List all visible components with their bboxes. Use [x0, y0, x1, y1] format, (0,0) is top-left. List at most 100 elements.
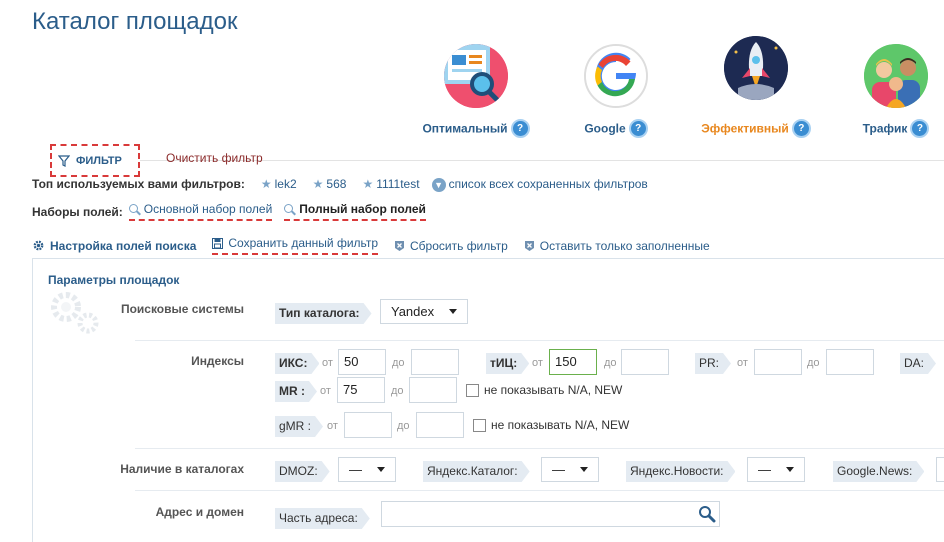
star-icon: ★	[362, 177, 374, 192]
mr-to-input[interactable]	[409, 377, 457, 403]
da-label: DA:	[900, 353, 936, 374]
to-label: до	[397, 420, 410, 432]
to-label: до	[391, 385, 404, 397]
field-set-basic[interactable]: Основной набор полей	[128, 202, 273, 221]
mr-hide-na-checkbox[interactable]: не показывать N/A, NEW	[466, 383, 622, 397]
pr-to-input[interactable]	[826, 349, 874, 375]
category-label: Эффективный	[701, 121, 789, 136]
category-label: Оптимальный	[422, 121, 508, 136]
category-optimal[interactable]: Оптимальный?	[416, 44, 536, 139]
funnel-icon	[58, 154, 70, 167]
field-sets-row: Наборы полей: Основной набор полей Полны…	[32, 202, 426, 221]
catalog-type-select[interactable]: Yandex	[380, 299, 468, 324]
from-label: от	[532, 357, 543, 369]
dmoz-select[interactable]: —	[338, 457, 396, 482]
chevron-down-icon	[377, 467, 385, 472]
address-label: Адрес и домен	[155, 505, 244, 519]
google-news-select[interactable]	[936, 457, 944, 482]
tic-label: тИЦ:	[486, 353, 529, 374]
divider	[135, 490, 944, 491]
pr-label: PR:	[695, 353, 731, 374]
checkbox-icon	[466, 383, 479, 397]
field-set-full[interactable]: Полный набор полей	[284, 202, 426, 221]
search-icon	[128, 203, 141, 216]
iks-label: ИКС:	[275, 353, 319, 374]
divider	[135, 448, 944, 449]
all-saved-filters-link[interactable]: ▼ список всех сохраненных фильтров	[431, 177, 648, 192]
field-sets-label: Наборы полей:	[32, 204, 123, 219]
save-icon	[212, 237, 224, 249]
people-icon	[864, 44, 928, 108]
to-label: до	[392, 357, 405, 369]
help-icon[interactable]: ?	[910, 119, 930, 138]
clear-filter-link[interactable]: Очистить фильтр	[166, 151, 263, 165]
category-traffic[interactable]: Трафик?	[836, 44, 944, 139]
reset-icon	[395, 240, 405, 251]
saved-filter-link[interactable]: ★ lek2	[261, 177, 297, 191]
to-label: до	[604, 357, 617, 369]
keep-filled-button[interactable]: Оставить только заполненные	[524, 239, 710, 253]
indexes-label: Индексы	[191, 354, 244, 368]
yandex-catalog-select[interactable]: —	[541, 457, 599, 482]
from-label: от	[737, 357, 748, 369]
gmr-to-input[interactable]	[416, 412, 464, 438]
star-icon: ★	[260, 177, 272, 192]
params-panel	[32, 258, 944, 542]
save-filter-button[interactable]: Сохранить данный фильтр	[212, 236, 379, 255]
pr-from-input[interactable]	[754, 349, 802, 375]
category-label: Google	[584, 121, 626, 136]
tic-to-input[interactable]	[621, 349, 669, 375]
tic-from-input[interactable]: 150	[549, 349, 597, 375]
analytics-icon	[444, 44, 508, 108]
star-icon: ★	[312, 177, 324, 192]
filter-toolbar: Настройка полей поиска Сохранить данный …	[32, 236, 710, 255]
mr-label: MR :	[275, 381, 317, 402]
gears-icon	[51, 292, 99, 334]
tab-filter-label: ФИЛЬТР	[76, 154, 122, 167]
page-title: Каталог площадок	[32, 8, 238, 35]
category-label: Трафик	[862, 121, 908, 136]
dmoz-label: DMOZ:	[275, 461, 330, 482]
help-icon[interactable]: ?	[791, 119, 811, 138]
to-label: до	[807, 357, 820, 369]
download-icon: ▼	[431, 177, 446, 192]
divider	[135, 340, 944, 341]
gmr-hide-na-checkbox[interactable]: не показывать N/A, NEW	[473, 418, 629, 432]
mr-from-input[interactable]: 75	[337, 377, 385, 403]
from-label: от	[322, 357, 333, 369]
yandex-news-select[interactable]: —	[747, 457, 805, 482]
google-logo-icon	[584, 44, 648, 108]
category-effective[interactable]: Эффективный?	[696, 36, 816, 139]
gmr-label: gMR :	[275, 416, 323, 437]
top-filters-label: Топ используемых вами фильтров:	[32, 177, 245, 192]
reset-filter-button[interactable]: Сбросить фильтр	[394, 239, 508, 253]
top-filters-row: Топ используемых вами фильтров: ★ lek2 ★ 5…	[32, 177, 648, 192]
google-news-label: Google.News:	[833, 461, 924, 482]
search-icon[interactable]	[698, 505, 716, 523]
chevron-down-icon	[449, 309, 457, 314]
help-icon[interactable]: ?	[628, 119, 648, 138]
yandex-news-label: Яндекс.Новости:	[626, 461, 735, 482]
tab-filter[interactable]: ФИЛЬТР	[50, 144, 140, 177]
chevron-down-icon	[786, 467, 794, 472]
catalogs-label: Наличие в каталогах	[120, 462, 244, 476]
filter-x-icon	[524, 240, 534, 251]
rocket-icon	[724, 36, 788, 100]
yandex-catalog-label: Яндекс.Каталог:	[423, 461, 530, 482]
iks-to-input[interactable]	[411, 349, 459, 375]
settings-button[interactable]: Настройка полей поиска	[32, 239, 196, 253]
help-icon[interactable]: ?	[510, 119, 530, 138]
checkbox-icon	[473, 418, 486, 432]
search-icon	[284, 203, 296, 216]
catalog-type-label: Тип каталога:	[275, 303, 372, 324]
gmr-from-input[interactable]	[344, 412, 392, 438]
gear-icon	[33, 240, 44, 251]
saved-filter-link[interactable]: ★ 568	[313, 177, 347, 191]
chevron-down-icon	[580, 467, 588, 472]
address-part-label: Часть адреса:	[275, 508, 370, 529]
address-input[interactable]	[381, 501, 720, 527]
saved-filter-link[interactable]: ★ 1111test	[362, 177, 419, 191]
category-google[interactable]: Google?	[556, 44, 676, 139]
from-label: от	[327, 420, 338, 432]
iks-from-input[interactable]: 50	[338, 349, 386, 375]
